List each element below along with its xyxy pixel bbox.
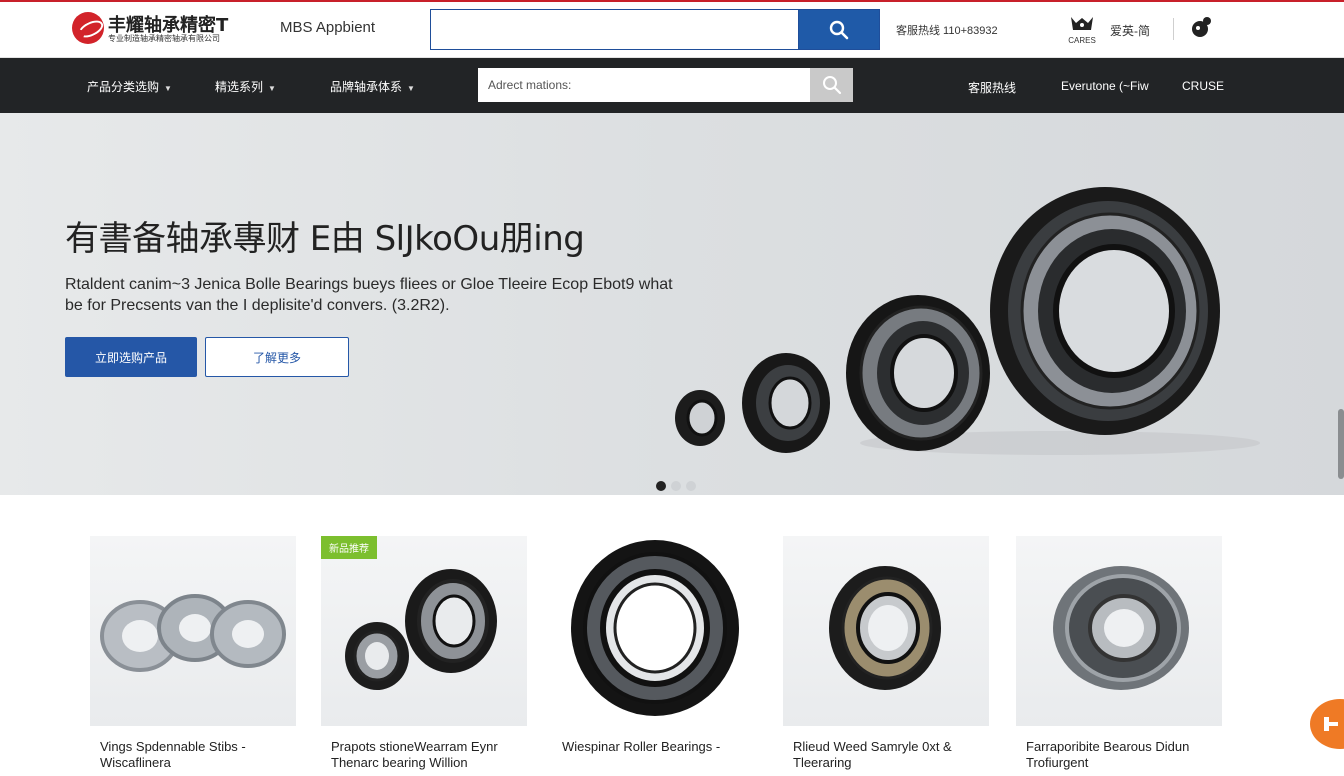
carousel-dot[interactable]: [686, 481, 696, 491]
scrollbar-handle[interactable]: [1338, 409, 1344, 479]
nav-item-label: 品牌轴承体系: [330, 80, 403, 94]
nav-search-input[interactable]: [478, 68, 810, 102]
nav-link-everutone[interactable]: Everutone (~Fiw: [1061, 79, 1149, 93]
logo-subtitle: 专业制造轴承精密轴承有限公司: [108, 34, 220, 43]
top-search-input[interactable]: [430, 9, 798, 50]
user-icon: [1192, 17, 1211, 37]
carousel-dot[interactable]: [671, 481, 681, 491]
product-card[interactable]: Vings Spdennable Stibs - Wiscaflinera: [90, 536, 296, 776]
product-name[interactable]: Wiespinar Roller Bearings -: [562, 739, 762, 755]
nav-item-label: 精选系列: [215, 80, 264, 94]
main-nav: 产品分类选购 ▼ 精选系列 ▼ 品牌轴承体系 ▼ 客服热线 Everutone (~F…: [0, 58, 1344, 113]
chat-icon: [1324, 717, 1338, 731]
product-name[interactable]: Prapots stioneWearram Eynr Thenarc beari…: [331, 739, 531, 771]
product-card[interactable]: Rlieud Weed Samryle 0xt & Tleeraring: [783, 536, 989, 776]
product-name[interactable]: Farraporibite Bearous Didun Trofiurgent: [1026, 739, 1226, 771]
top-header: 丰耀轴承精密T 专业制造轴承精密轴承有限公司 MBS Appbient 客服热线…: [0, 0, 1344, 58]
nav-link-cruse[interactable]: CRUSE: [1182, 79, 1224, 93]
cart-label: CARES: [1068, 36, 1096, 45]
shop-now-button[interactable]: 立即选购产品: [65, 337, 197, 377]
product-image: 新品推荐: [321, 536, 527, 726]
logo-mark-icon: [72, 12, 104, 44]
nav-item-label: 产品分类选购: [87, 80, 160, 94]
cart-icon: [1071, 17, 1093, 30]
chevron-down-icon: ▼: [268, 84, 276, 93]
chevron-down-icon: ▼: [164, 84, 172, 93]
logo[interactable]: 丰耀轴承精密T 专业制造轴承精密轴承有限公司: [72, 12, 228, 46]
product-image: [1016, 536, 1222, 726]
top-search-button[interactable]: [798, 9, 880, 50]
user-button[interactable]: [1188, 14, 1216, 42]
search-icon: [822, 76, 841, 95]
product-card[interactable]: Farraporibite Bearous Didun Trofiurgent: [1016, 536, 1222, 776]
product-grid: Vings Spdennable Stibs - Wiscaflinera 新品…: [0, 495, 1344, 770]
product-card[interactable]: Wiespinar Roller Bearings -: [552, 536, 758, 776]
product-name[interactable]: Rlieud Weed Samryle 0xt & Tleeraring: [793, 739, 993, 771]
product-name[interactable]: Vings Spdennable Stibs - Wiscaflinera: [100, 739, 300, 771]
nav-search-button[interactable]: [810, 68, 853, 102]
carousel-dot[interactable]: [656, 481, 666, 491]
hero-banner: 有書备轴承專财 E由 SlJkoOu朋ing Rtaldent canim~3 …: [0, 113, 1344, 495]
nav-item-series[interactable]: 精选系列 ▼: [215, 78, 276, 95]
product-image: [90, 536, 296, 726]
hero-title: 有書备轴承專财 E由 SlJkoOu朋ing: [65, 219, 585, 259]
language-switch[interactable]: 爱英-简: [1110, 22, 1150, 39]
search-icon: [829, 20, 849, 39]
site-name[interactable]: MBS Appbient: [280, 19, 375, 36]
carousel-dots: [656, 481, 696, 491]
chevron-down-icon: ▼: [407, 84, 415, 93]
hero-description: Rtaldent canim~3 Jenica Bolle Bearings b…: [65, 276, 673, 314]
product-card[interactable]: 新品推荐 Prapots stioneWearram Eynr Thenarc …: [321, 536, 527, 776]
cart-button[interactable]: CARES: [1064, 14, 1100, 46]
nav-item-brands[interactable]: 品牌轴承体系 ▼: [330, 78, 415, 95]
nav-link-hotline[interactable]: 客服热线: [968, 79, 1016, 96]
product-badge: 新品推荐: [321, 536, 377, 559]
product-image: [552, 536, 758, 726]
hotline-text: 客服热线 110+83932: [896, 25, 998, 37]
header-divider: [1173, 18, 1174, 40]
bearings-hero-image: [675, 187, 1260, 455]
nav-item-categories[interactable]: 产品分类选购 ▼: [87, 78, 172, 95]
learn-more-button[interactable]: 了解更多: [205, 337, 349, 377]
product-image: [783, 536, 989, 726]
